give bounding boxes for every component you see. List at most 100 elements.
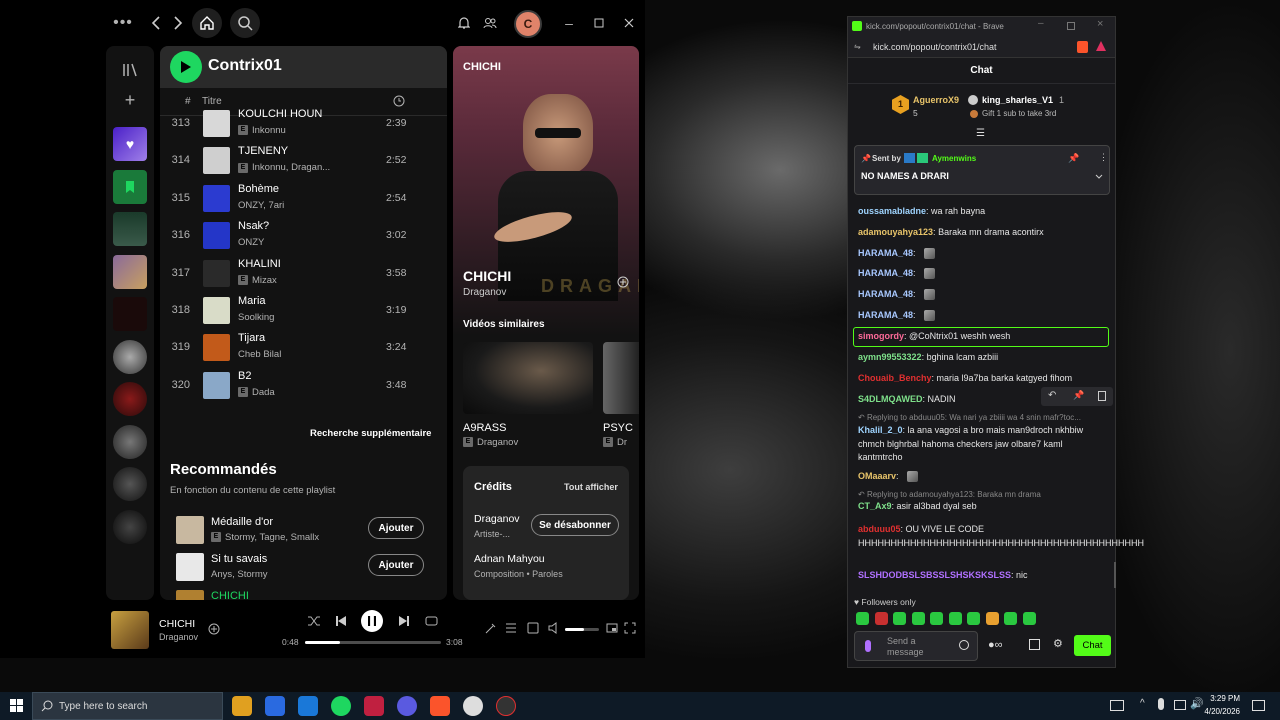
chat-username[interactable]: aymn99553322 — [858, 352, 922, 362]
reply-icon[interactable]: ↶ — [1048, 390, 1056, 401]
track-row[interactable]: 316 Nsak? ONZY 3:02 — [160, 218, 447, 255]
more-icon[interactable]: ⋮ — [1099, 152, 1108, 163]
chat-message[interactable]: OMaaarv: — [858, 470, 1108, 484]
unfollow-button[interactable]: Se désabonner — [531, 514, 619, 536]
previous-icon[interactable] — [335, 615, 347, 627]
gear-icon[interactable]: ⚙ — [1053, 637, 1063, 650]
lyrics-icon[interactable] — [484, 622, 496, 634]
queue-icon[interactable] — [505, 622, 517, 634]
track-row[interactable]: 315 Bohème ONZY, 7ari 2:54 — [160, 181, 447, 218]
library-item-thumb[interactable] — [113, 510, 147, 544]
track-title[interactable]: TJENENY — [238, 145, 288, 157]
chat-message[interactable]: SLSHDODBSLSBSSLSHSKSKSLSS: nic — [858, 569, 1108, 583]
track-title[interactable]: B2 — [238, 370, 251, 382]
store-icon[interactable] — [265, 696, 285, 716]
chat-message[interactable]: Chouaib_Benchy: maria l9a7ba barka katgy… — [858, 372, 1108, 386]
more-search-link[interactable]: Recherche supplémentaire — [310, 428, 431, 439]
app-icon[interactable] — [496, 696, 516, 716]
player-title[interactable]: CHICHI — [159, 618, 195, 630]
collapse-icon[interactable]: ☰ — [976, 128, 985, 139]
leader-name[interactable]: AguerroX9 — [913, 95, 959, 105]
chat-message[interactable]: aymn99553322: bghina lcam azbiii — [858, 351, 1108, 365]
recommended-row[interactable]: Si tu savais Anys, Stormy Ajouter — [170, 549, 440, 585]
similar-video-title[interactable]: A9RASS — [463, 422, 506, 434]
np-artist[interactable]: Draganov — [463, 287, 506, 298]
emote-icon[interactable] — [911, 612, 925, 625]
discord-icon[interactable] — [397, 696, 417, 716]
chat-username[interactable]: abduuu05 — [858, 524, 901, 534]
chat-username[interactable]: Khalil_2_0 — [858, 425, 903, 435]
microphone-icon[interactable] — [1158, 698, 1164, 710]
show-all-link[interactable]: Tout afficher — [564, 482, 618, 492]
message-input[interactable]: Send a message — [854, 631, 978, 661]
brave-icon[interactable] — [430, 696, 450, 716]
emote-icon[interactable] — [856, 612, 869, 625]
pinned-author[interactable]: Aymenwins — [932, 154, 976, 163]
track-title[interactable]: Maria — [238, 295, 266, 307]
brave-rewards-icon[interactable] — [1096, 41, 1106, 51]
clock-time[interactable]: 3:29 PM — [1210, 694, 1240, 703]
track-row[interactable]: 320 B2 E Dada 3:48 — [160, 368, 447, 405]
miniplayer-icon[interactable] — [606, 622, 618, 634]
chat-message[interactable]: CT_Ax9: asir al3bad dyal seb — [858, 500, 1108, 514]
devices-icon[interactable] — [527, 622, 539, 634]
now-playing-cover[interactable] — [111, 611, 149, 649]
chat-username[interactable]: HARAMA_48 — [858, 248, 913, 258]
chevron-up-icon[interactable]: ^ — [1140, 698, 1145, 709]
similar-video-title[interactable]: PSYC — [603, 422, 633, 434]
spotify-icon[interactable] — [331, 696, 351, 716]
play-icon[interactable] — [170, 51, 202, 83]
chat-message[interactable]: HARAMA_48: — [858, 288, 1108, 302]
fullscreen-icon[interactable] — [624, 622, 636, 634]
chat-username[interactable]: SLSHDODBSLSBSSLSHSKSKSLSS — [858, 570, 1011, 580]
chat-message[interactable]: adamouyahya123: Baraka mn drama acontirx — [858, 226, 1108, 240]
recommended-row[interactable]: CHICHI — [170, 586, 440, 600]
chat-message[interactable]: HARAMA_48: — [858, 267, 1108, 281]
chat-username[interactable]: OMaaarv — [858, 471, 896, 481]
taskbar-search-box[interactable]: Type here to search — [32, 692, 223, 720]
close-icon[interactable]: × — [1097, 18, 1103, 30]
acrobat-icon[interactable] — [364, 696, 384, 716]
track-title[interactable]: KOULCHI HOUN — [238, 108, 322, 120]
next-icon[interactable] — [398, 615, 410, 627]
emote-icon[interactable] — [874, 612, 888, 625]
unpin-icon[interactable]: 📌 — [1068, 153, 1079, 164]
volume-icon[interactable] — [548, 622, 560, 634]
track-title[interactable]: Nsak? — [238, 220, 269, 232]
outlook-icon[interactable] — [298, 696, 318, 716]
track-row[interactable]: 314 TJENENY E Inkonnu, Dragan... 2:52 — [160, 143, 447, 180]
player-artist[interactable]: Draganov — [159, 632, 198, 642]
add-button[interactable]: Ajouter — [368, 554, 424, 576]
chat-username[interactable]: HARAMA_48 — [858, 268, 913, 278]
chat-username[interactable]: S4DLMQAWED — [858, 394, 923, 404]
delete-icon[interactable] — [1098, 391, 1106, 401]
emote-icon[interactable] — [893, 612, 906, 625]
close-icon[interactable] — [622, 16, 636, 30]
liked-songs-icon[interactable]: ♥ — [113, 127, 147, 161]
windows-start-icon[interactable] — [10, 699, 23, 712]
recommended-row[interactable]: Médaille d'or E Stormy, Tagne, Smallx Ajo… — [170, 512, 440, 548]
minimize-icon[interactable]: – — [562, 14, 576, 32]
library-icon[interactable] — [120, 60, 140, 80]
bookmark-icon[interactable] — [113, 170, 147, 204]
maximize-icon[interactable] — [592, 16, 606, 30]
clock-date[interactable]: 4/20/2026 — [1196, 707, 1240, 716]
store-icon[interactable] — [1029, 639, 1040, 650]
add-icon[interactable]: + — [120, 90, 140, 110]
add-button[interactable]: Ajouter — [368, 517, 424, 539]
chat-message[interactable]: abduuu05: OU VIVE LE CODE HHHHHHHHHHHHHH… — [858, 523, 1144, 550]
minimize-icon[interactable]: – — [1038, 18, 1044, 29]
progress-bar[interactable] — [305, 641, 441, 644]
emote-icon[interactable] — [1022, 612, 1036, 625]
chat-message[interactable]: Khalil_2_0: la ana vagosi a bro mais man… — [858, 424, 1108, 465]
url-text[interactable]: kick.com/popout/contrix01/chat — [873, 42, 997, 52]
library-item-thumb[interactable] — [113, 382, 147, 416]
chat-send-button[interactable]: Chat — [1074, 635, 1111, 656]
add-to-library-icon[interactable] — [208, 623, 220, 635]
friends-icon[interactable] — [482, 15, 498, 31]
back-icon[interactable] — [148, 13, 164, 33]
network-icon[interactable] — [1174, 700, 1186, 710]
notifications-icon[interactable] — [1252, 700, 1265, 711]
add-to-library-icon[interactable] — [617, 276, 629, 288]
maximize-icon[interactable] — [1067, 22, 1075, 30]
